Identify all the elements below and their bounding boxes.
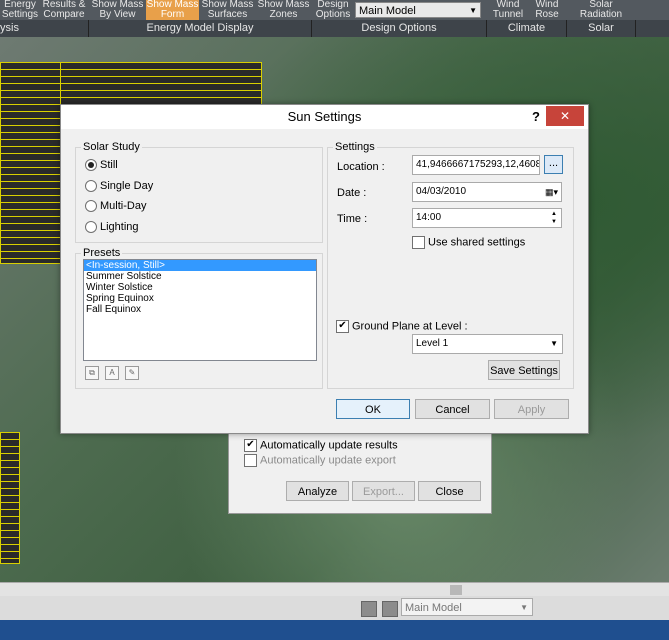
checkbox-checked-icon: ✔ [244,439,257,452]
location-browse-button[interactable]: ... [544,155,563,174]
spin-up-icon[interactable]: ▲ [549,210,559,218]
delete-preset-icon[interactable]: ✎ [125,366,139,380]
panel-label-solar-analysis: Solar Analysis [567,20,636,51]
show-mass-zones-button[interactable]: Show Mass Zones [256,0,311,20]
panel-label-analysis: ysis [0,20,89,37]
export-button[interactable]: Export... [352,481,415,501]
panel-label-energy-model-display: Energy Model Display [89,20,312,37]
chevron-down-icon: ▼ [469,6,477,15]
workset-icon[interactable] [361,601,377,617]
preset-item[interactable]: Winter Solstice [84,282,316,293]
date-picker[interactable]: 04/03/2010 ▦▾ [412,182,562,202]
radio-single-day[interactable]: Single Day [85,180,153,193]
preset-item[interactable]: Spring Equinox [84,293,316,304]
spin-down-icon[interactable]: ▼ [549,218,559,226]
checkbox-icon [412,236,425,249]
level-select[interactable]: Level 1 ▼ [412,334,563,354]
apply-button[interactable]: Apply [494,399,569,419]
show-mass-form-button[interactable]: Show Mass Form [146,0,199,20]
design-options-button[interactable]: Design Options [313,0,353,20]
radio-still[interactable]: Still [85,159,118,172]
duplicate-preset-icon[interactable]: ⧉ [85,366,99,380]
auto-update-export-checkbox[interactable]: Automatically update export [244,454,484,468]
chevron-down-icon: ▼ [550,339,558,348]
building-mass [0,432,20,564]
chevron-down-icon: ▼ [520,603,528,612]
presets-list[interactable]: <In-session, Still> Summer Solstice Wint… [83,259,317,361]
close-panel-button[interactable]: Close [418,481,481,501]
preset-item[interactable]: Fall Equinox [84,304,316,315]
sun-settings-dialog: Sun Settings ? ✕ Solar Study Still Singl… [60,104,589,434]
scrollbar-thumb[interactable] [450,585,462,595]
use-shared-settings-checkbox[interactable]: Use shared settings [412,236,525,249]
settings-title: Settings [333,141,377,153]
presets-title: Presets [81,247,123,259]
time-field[interactable]: 14:00 ▲ ▼ [412,208,562,228]
building-mass [60,62,262,106]
editing-requests-icon[interactable] [382,601,398,617]
calendar-dropdown-icon[interactable]: ▦▾ [545,183,558,201]
time-label: Time : [337,213,368,225]
auto-update-results-checkbox[interactable]: ✔ Automatically update results [244,439,484,453]
preset-item[interactable]: <In-session, Still> [84,260,316,271]
solar-study-title: Solar Study [81,141,142,153]
radio-icon [85,200,97,213]
design-option-status-select[interactable]: Main Model ▼ [401,598,533,616]
date-label: Date : [337,187,367,199]
design-option-select[interactable]: Main Model ▼ [355,2,481,18]
show-mass-surfaces-button[interactable]: Show Mass Surfaces [200,0,255,20]
status-bar [0,596,669,620]
radio-icon [85,221,97,234]
radio-multi-day[interactable]: Multi-Day [85,200,146,213]
show-mass-by-view-button[interactable]: Show Mass By View [90,0,145,20]
cancel-button[interactable]: Cancel [415,399,490,419]
checkbox-icon [244,454,257,467]
radio-selected-icon [85,159,97,172]
analyze-button[interactable]: Analyze [286,481,349,501]
panel-label-climate-analysis: Climate Analysis [487,20,567,51]
location-field[interactable]: 41,9466667175293,12,46088 [412,155,540,175]
help-icon[interactable]: ? [526,105,546,129]
taskbar [0,620,669,640]
save-settings-button[interactable]: Save Settings [488,360,560,380]
building-mass [0,62,62,264]
solar-radiation-button[interactable]: Solar Radiation [569,0,633,20]
wind-tunnel-button[interactable]: Wind Tunnel [488,0,528,20]
location-label: Location : [337,161,385,173]
results-compare-button[interactable]: Results & Compare [40,0,88,20]
energy-settings-button[interactable]: Energy Settings [0,0,40,20]
rename-preset-icon[interactable]: A [105,366,119,380]
ground-plane-checkbox[interactable]: ✔ Ground Plane at Level : [336,320,468,333]
preset-item[interactable]: Summer Solstice [84,271,316,282]
horizontal-scrollbar[interactable] [0,582,669,597]
panel-label-design-options: Design Options [312,20,487,37]
checkbox-checked-icon: ✔ [336,320,349,333]
dialog-title: Sun Settings [61,105,588,129]
radio-lighting[interactable]: Lighting [85,221,139,234]
ok-button[interactable]: OK [336,399,410,419]
wind-rose-button[interactable]: Wind Rose [528,0,566,20]
close-icon[interactable]: ✕ [546,106,584,126]
radio-icon [85,180,97,193]
ribbon: Energy Settings Results & Compare Show Mas… [0,0,669,20]
